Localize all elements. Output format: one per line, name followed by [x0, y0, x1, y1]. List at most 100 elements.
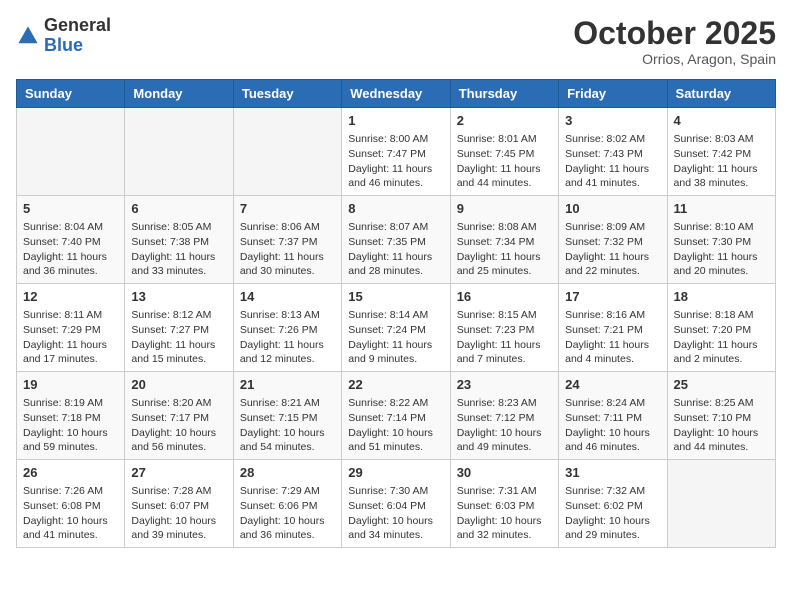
day-info: Sunrise: 8:20 AM Sunset: 7:17 PM Dayligh…: [131, 396, 226, 455]
calendar-cell: 19 Sunrise: 8:19 AM Sunset: 7:18 PM Dayli…: [17, 372, 125, 460]
calendar-week-row: 1 Sunrise: 8:00 AM Sunset: 7:47 PM Daylig…: [17, 108, 776, 196]
calendar-cell: [125, 108, 233, 196]
calendar-cell: 21 Sunrise: 8:21 AM Sunset: 7:15 PM Dayli…: [233, 372, 341, 460]
day-info: Sunrise: 8:03 AM Sunset: 7:42 PM Dayligh…: [674, 132, 769, 191]
calendar-cell: 16 Sunrise: 8:15 AM Sunset: 7:23 PM Dayli…: [450, 284, 558, 372]
day-number: 31: [565, 464, 660, 482]
day-info: Sunrise: 8:10 AM Sunset: 7:30 PM Dayligh…: [674, 220, 769, 279]
day-info: Sunrise: 8:18 AM Sunset: 7:20 PM Dayligh…: [674, 308, 769, 367]
calendar-cell: 22 Sunrise: 8:22 AM Sunset: 7:14 PM Dayli…: [342, 372, 450, 460]
calendar-cell: 13 Sunrise: 8:12 AM Sunset: 7:27 PM Dayli…: [125, 284, 233, 372]
day-number: 16: [457, 288, 552, 306]
day-info: Sunrise: 8:13 AM Sunset: 7:26 PM Dayligh…: [240, 308, 335, 367]
day-number: 29: [348, 464, 443, 482]
day-info: Sunrise: 8:19 AM Sunset: 7:18 PM Dayligh…: [23, 396, 118, 455]
calendar-week-row: 12 Sunrise: 8:11 AM Sunset: 7:29 PM Dayli…: [17, 284, 776, 372]
calendar-cell: 15 Sunrise: 8:14 AM Sunset: 7:24 PM Dayli…: [342, 284, 450, 372]
day-number: 15: [348, 288, 443, 306]
calendar-cell: 6Sunrise: 8:05 AM Sunset: 7:38 PM Daylig…: [125, 196, 233, 284]
calendar-cell: [17, 108, 125, 196]
day-number: 7: [240, 200, 335, 218]
calendar-cell: 2Sunrise: 8:01 AM Sunset: 7:45 PM Daylig…: [450, 108, 558, 196]
day-number: 5: [23, 200, 118, 218]
logo: General Blue: [16, 16, 111, 56]
calendar-cell: 28Sunrise: 7:29 AM Sunset: 6:06 PM Dayli…: [233, 459, 341, 547]
day-info: Sunrise: 8:11 AM Sunset: 7:29 PM Dayligh…: [23, 308, 118, 367]
day-info: Sunrise: 7:28 AM Sunset: 6:07 PM Dayligh…: [131, 484, 226, 543]
calendar-header-row: SundayMondayTuesdayWednesdayThursdayFrid…: [17, 80, 776, 108]
calendar-cell: [233, 108, 341, 196]
calendar-cell: 5 Sunrise: 8:04 AM Sunset: 7:40 PM Daylig…: [17, 196, 125, 284]
calendar-table: SundayMondayTuesdayWednesdayThursdayFrid…: [16, 79, 776, 548]
day-info: Sunrise: 8:15 AM Sunset: 7:23 PM Dayligh…: [457, 308, 552, 367]
calendar-cell: 3Sunrise: 8:02 AM Sunset: 7:43 PM Daylig…: [559, 108, 667, 196]
calendar-cell: 1 Sunrise: 8:00 AM Sunset: 7:47 PM Daylig…: [342, 108, 450, 196]
calendar-cell: 30Sunrise: 7:31 AM Sunset: 6:03 PM Dayli…: [450, 459, 558, 547]
day-of-week-header: Tuesday: [233, 80, 341, 108]
calendar-cell: 20 Sunrise: 8:20 AM Sunset: 7:17 PM Dayli…: [125, 372, 233, 460]
day-of-week-header: Sunday: [17, 80, 125, 108]
day-number: 10: [565, 200, 660, 218]
day-number: 19: [23, 376, 118, 394]
calendar-cell: 23Sunrise: 8:23 AM Sunset: 7:12 PM Dayli…: [450, 372, 558, 460]
day-of-week-header: Thursday: [450, 80, 558, 108]
day-number: 13: [131, 288, 226, 306]
day-number: 23: [457, 376, 552, 394]
calendar-cell: 26 Sunrise: 7:26 AM Sunset: 6:08 PM Dayli…: [17, 459, 125, 547]
calendar-cell: 12 Sunrise: 8:11 AM Sunset: 7:29 PM Dayli…: [17, 284, 125, 372]
day-number: 9: [457, 200, 552, 218]
day-info: Sunrise: 8:24 AM Sunset: 7:11 PM Dayligh…: [565, 396, 660, 455]
day-of-week-header: Monday: [125, 80, 233, 108]
day-info: Sunrise: 8:08 AM Sunset: 7:34 PM Dayligh…: [457, 220, 552, 279]
day-of-week-header: Friday: [559, 80, 667, 108]
day-number: 28: [240, 464, 335, 482]
calendar-cell: 31Sunrise: 7:32 AM Sunset: 6:02 PM Dayli…: [559, 459, 667, 547]
day-number: 18: [674, 288, 769, 306]
day-number: 30: [457, 464, 552, 482]
day-info: Sunrise: 8:01 AM Sunset: 7:45 PM Dayligh…: [457, 132, 552, 191]
day-number: 4: [674, 112, 769, 130]
day-number: 17: [565, 288, 660, 306]
day-number: 20: [131, 376, 226, 394]
day-info: Sunrise: 8:02 AM Sunset: 7:43 PM Dayligh…: [565, 132, 660, 191]
day-info: Sunrise: 8:12 AM Sunset: 7:27 PM Dayligh…: [131, 308, 226, 367]
calendar-week-row: 26 Sunrise: 7:26 AM Sunset: 6:08 PM Dayli…: [17, 459, 776, 547]
day-info: Sunrise: 8:00 AM Sunset: 7:47 PM Dayligh…: [348, 132, 443, 191]
logo-icon: [16, 24, 40, 48]
day-info: Sunrise: 8:09 AM Sunset: 7:32 PM Dayligh…: [565, 220, 660, 279]
day-number: 22: [348, 376, 443, 394]
calendar-cell: 18 Sunrise: 8:18 AM Sunset: 7:20 PM Dayli…: [667, 284, 775, 372]
day-info: Sunrise: 8:22 AM Sunset: 7:14 PM Dayligh…: [348, 396, 443, 455]
day-info: Sunrise: 8:21 AM Sunset: 7:15 PM Dayligh…: [240, 396, 335, 455]
page-subtitle: Orrios, Aragon, Spain: [573, 51, 776, 67]
logo-text-blue: Blue: [44, 35, 83, 55]
day-number: 25: [674, 376, 769, 394]
title-block: October 2025 Orrios, Aragon, Spain: [573, 16, 776, 67]
calendar-cell: 8 Sunrise: 8:07 AM Sunset: 7:35 PM Daylig…: [342, 196, 450, 284]
day-info: Sunrise: 8:14 AM Sunset: 7:24 PM Dayligh…: [348, 308, 443, 367]
day-number: 24: [565, 376, 660, 394]
calendar-cell: [667, 459, 775, 547]
day-info: Sunrise: 8:25 AM Sunset: 7:10 PM Dayligh…: [674, 396, 769, 455]
day-info: Sunrise: 7:30 AM Sunset: 6:04 PM Dayligh…: [348, 484, 443, 543]
calendar-cell: 29 Sunrise: 7:30 AM Sunset: 6:04 PM Dayli…: [342, 459, 450, 547]
day-number: 21: [240, 376, 335, 394]
calendar-cell: 10 Sunrise: 8:09 AM Sunset: 7:32 PM Dayli…: [559, 196, 667, 284]
calendar-cell: 7 Sunrise: 8:06 AM Sunset: 7:37 PM Daylig…: [233, 196, 341, 284]
day-info: Sunrise: 7:26 AM Sunset: 6:08 PM Dayligh…: [23, 484, 118, 543]
logo-text-general: General: [44, 15, 111, 35]
day-number: 6: [131, 200, 226, 218]
day-number: 8: [348, 200, 443, 218]
day-number: 26: [23, 464, 118, 482]
day-of-week-header: Saturday: [667, 80, 775, 108]
calendar-cell: 4 Sunrise: 8:03 AM Sunset: 7:42 PM Daylig…: [667, 108, 775, 196]
day-number: 11: [674, 200, 769, 218]
day-info: Sunrise: 8:07 AM Sunset: 7:35 PM Dayligh…: [348, 220, 443, 279]
calendar-cell: 11 Sunrise: 8:10 AM Sunset: 7:30 PM Dayli…: [667, 196, 775, 284]
day-number: 12: [23, 288, 118, 306]
calendar-cell: 9 Sunrise: 8:08 AM Sunset: 7:34 PM Daylig…: [450, 196, 558, 284]
calendar-week-row: 19 Sunrise: 8:19 AM Sunset: 7:18 PM Dayli…: [17, 372, 776, 460]
day-number: 1: [348, 112, 443, 130]
day-info: Sunrise: 8:06 AM Sunset: 7:37 PM Dayligh…: [240, 220, 335, 279]
day-info: Sunrise: 8:04 AM Sunset: 7:40 PM Dayligh…: [23, 220, 118, 279]
